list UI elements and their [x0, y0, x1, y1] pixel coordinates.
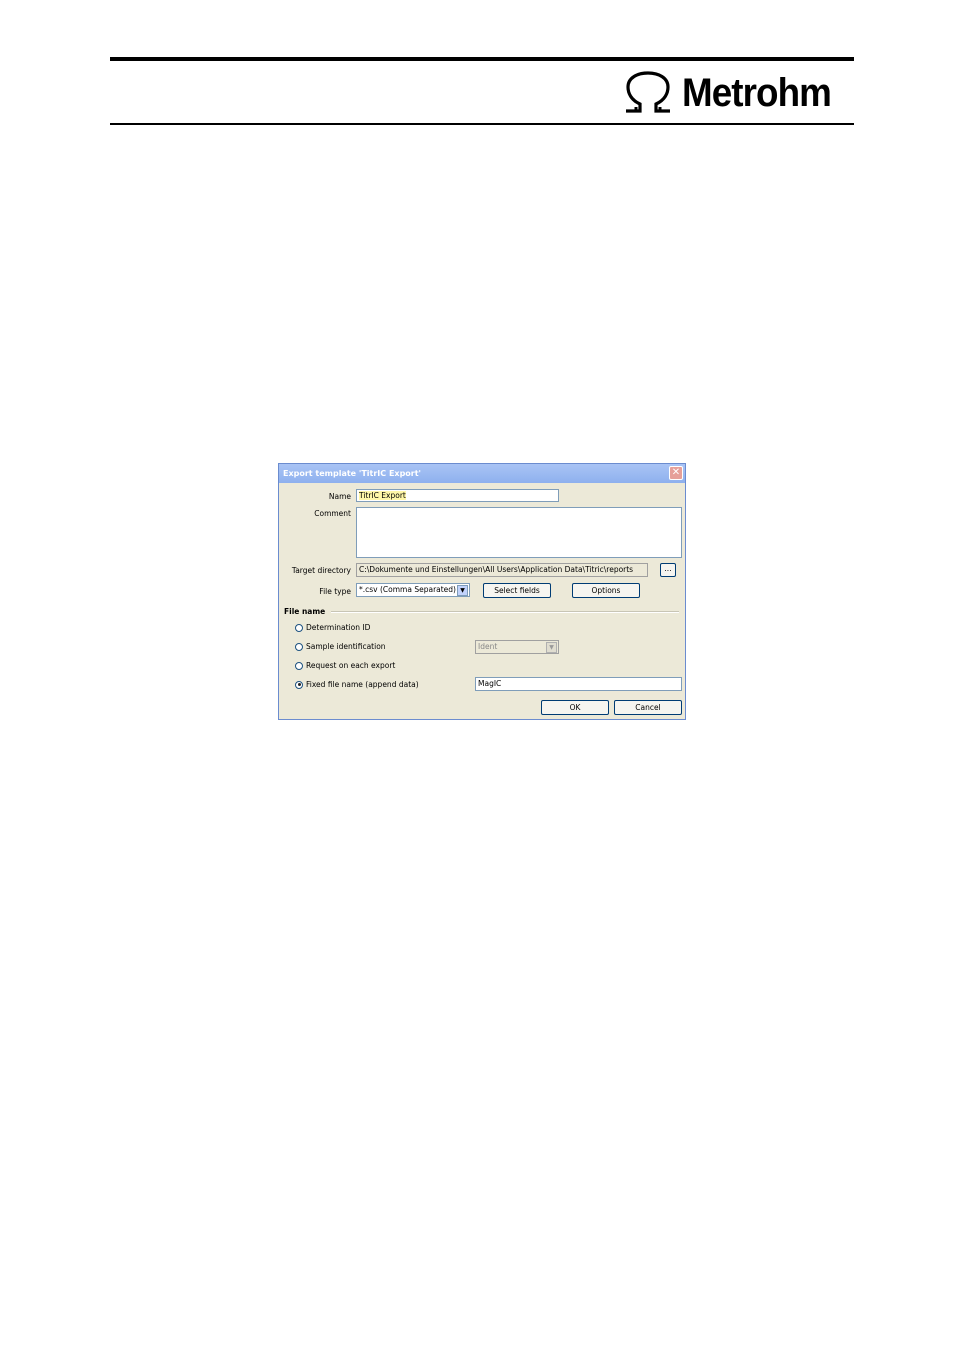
file-type-label: File type	[319, 587, 351, 596]
select-fields-button[interactable]: Select fields	[483, 583, 551, 598]
radio-label: Request on each export	[306, 661, 396, 670]
metrohm-logo: Metrohm	[620, 70, 844, 116]
radio-sample-identification[interactable]: Sample identification	[295, 642, 386, 651]
ident-value: Ident	[478, 642, 498, 651]
comment-textarea[interactable]	[356, 507, 682, 558]
section-divider	[331, 611, 679, 613]
ok-button[interactable]: OK	[541, 700, 609, 715]
close-button[interactable]: ✕	[669, 466, 683, 480]
export-template-dialog: Export template 'TitrIC Export' ✕ Name T…	[278, 463, 686, 720]
options-button[interactable]: Options	[572, 583, 640, 598]
dialog-title: Export template 'TitrIC Export'	[283, 469, 422, 478]
header-rule-top	[110, 57, 854, 61]
file-type-value: *.csv (Comma Separated)	[359, 585, 456, 594]
radio-label: Determination ID	[306, 623, 371, 632]
radio-button[interactable]	[295, 642, 303, 651]
radio-label: Sample identification	[306, 642, 386, 651]
file-type-select[interactable]: *.csv (Comma Separated) ▼	[356, 583, 470, 597]
radio-request-on-each-export[interactable]: Request on each export	[295, 661, 395, 670]
radio-button[interactable]	[295, 623, 303, 632]
radio-button[interactable]	[295, 661, 303, 670]
options-label: Options	[591, 586, 621, 595]
radio-determination-id[interactable]: Determination ID	[295, 623, 370, 632]
ident-select[interactable]: Ident ▼	[475, 640, 559, 654]
cancel-label: Cancel	[635, 703, 661, 712]
dialog-titlebar[interactable]: Export template 'TitrIC Export' ✕	[279, 464, 685, 483]
ok-label: OK	[569, 703, 581, 712]
cancel-button[interactable]: Cancel	[614, 700, 682, 715]
target-directory-field[interactable]: C:\Dokumente und Einstellungen\All Users…	[356, 563, 648, 577]
name-value: TitrIC Export	[359, 491, 406, 500]
browse-button[interactable]: ...	[660, 563, 676, 577]
radio-button-selected[interactable]	[295, 680, 303, 689]
chevron-down-icon[interactable]: ▼	[457, 585, 468, 596]
radio-label: Fixed file name (append data)	[306, 680, 419, 689]
omega-icon	[626, 71, 670, 113]
name-input[interactable]: TitrIC Export	[356, 489, 559, 502]
chevron-down-icon[interactable]: ▼	[546, 642, 557, 653]
target-directory-label: Target directory	[291, 566, 351, 575]
header-rule-bottom	[110, 123, 854, 125]
target-directory-value: C:\Dokumente und Einstellungen\All Users…	[359, 565, 634, 574]
radio-fixed-file-name[interactable]: Fixed file name (append data)	[295, 680, 419, 689]
fixed-file-name-input[interactable]: MagIC	[475, 677, 682, 691]
name-label: Name	[328, 492, 351, 501]
select-fields-label: Select fields	[494, 586, 540, 595]
comment-label: Comment	[314, 509, 351, 518]
file-name-section-title: File name	[284, 607, 326, 616]
browse-label: ...	[664, 564, 672, 573]
close-icon: ✕	[671, 467, 681, 478]
logo-text: Metrohm	[682, 71, 832, 115]
fixed-file-name-value: MagIC	[478, 679, 502, 688]
